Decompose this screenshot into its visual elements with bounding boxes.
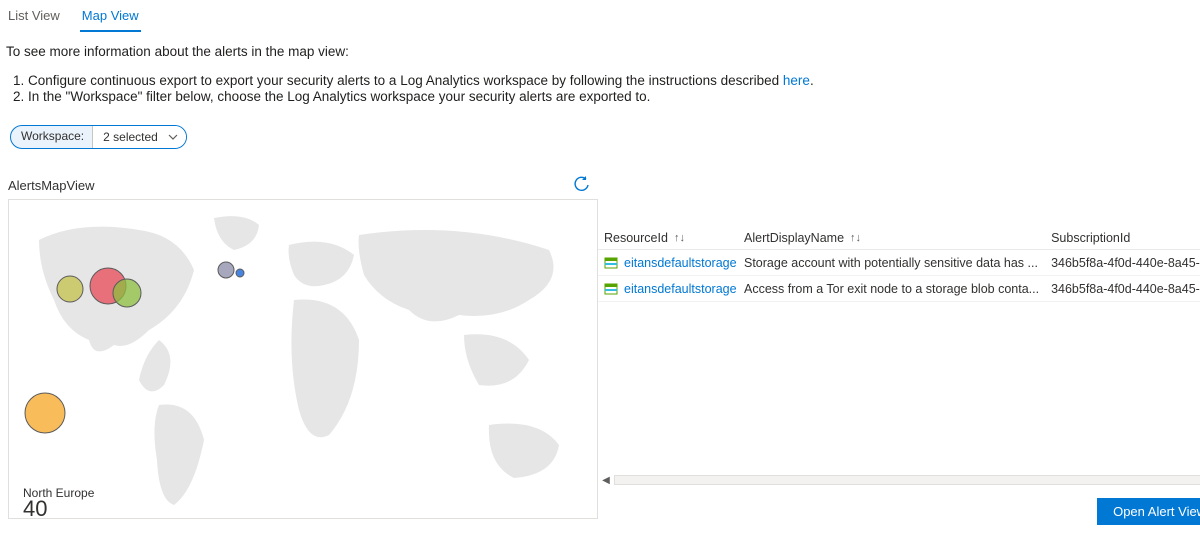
tab-list-view[interactable]: List View [6,6,62,32]
map-overlay-count: 40 [23,496,47,522]
map-panel-title: AlertsMapView [8,178,94,193]
alerts-table: ResourceId↑↓ AlertDisplayName↑↓ Subscrip… [598,227,1200,302]
intro-step-1: Configure continuous export to export yo… [28,73,1194,88]
storage-icon [604,282,618,296]
map-bubble-blue[interactable] [236,269,244,277]
workspace-filter-label: Workspace: [11,126,92,148]
col-subscriptionid[interactable]: SubscriptionId [1045,227,1200,249]
map-bubble-green[interactable] [113,279,141,307]
chevron-down-icon [168,134,178,140]
intro-text: To see more information about the alerts… [0,32,1200,104]
view-tabs: List View Map View [0,0,1200,32]
tab-map-view[interactable]: Map View [80,6,141,32]
subscription-id: 346b5f8a-4f0d-440e-8a45-0c0b5 [1045,282,1200,296]
horizontal-scrollbar[interactable]: ◀ ▶ [598,472,1200,488]
sort-icon: ↑↓ [674,232,685,244]
map-bubble-olive-1[interactable] [57,276,83,302]
alert-name: Access from a Tor exit node to a storage… [738,282,1045,296]
scroll-track[interactable] [614,475,1200,485]
open-alert-view-button[interactable]: Open Alert View [1097,498,1200,525]
subscription-id: 346b5f8a-4f0d-440e-8a45-0c0b5 [1045,256,1200,270]
map-bubble-orange[interactable] [25,393,65,433]
workspace-filter[interactable]: Workspace: 2 selected [10,125,187,149]
intro-lead: To see more information about the alerts… [6,44,1194,59]
map-bubble-grey[interactable] [218,262,234,278]
world-map[interactable]: North Europe 40 [8,199,598,519]
table-row[interactable]: eitansdefaultstorage Access from a Tor e… [598,276,1200,302]
here-link[interactable]: here [783,73,810,88]
resource-link[interactable]: eitansdefaultstorage [624,282,737,296]
scroll-left-icon[interactable]: ◀ [598,475,614,486]
sort-icon: ↑↓ [850,232,861,244]
resource-link[interactable]: eitansdefaultstorage [624,256,737,270]
table-header: ResourceId↑↓ AlertDisplayName↑↓ Subscrip… [598,227,1200,250]
workspace-filter-value[interactable]: 2 selected [92,126,186,148]
alert-name: Storage account with potentially sensiti… [738,256,1045,270]
intro-step-2: In the "Workspace" filter below, choose … [28,89,1194,104]
col-alertdisplayname[interactable]: AlertDisplayName↑↓ [738,227,1045,249]
col-resourceid[interactable]: ResourceId↑↓ [598,227,738,249]
undo-icon[interactable] [574,176,590,195]
table-row[interactable]: eitansdefaultstorage Storage account wit… [598,250,1200,276]
storage-icon [604,256,618,270]
